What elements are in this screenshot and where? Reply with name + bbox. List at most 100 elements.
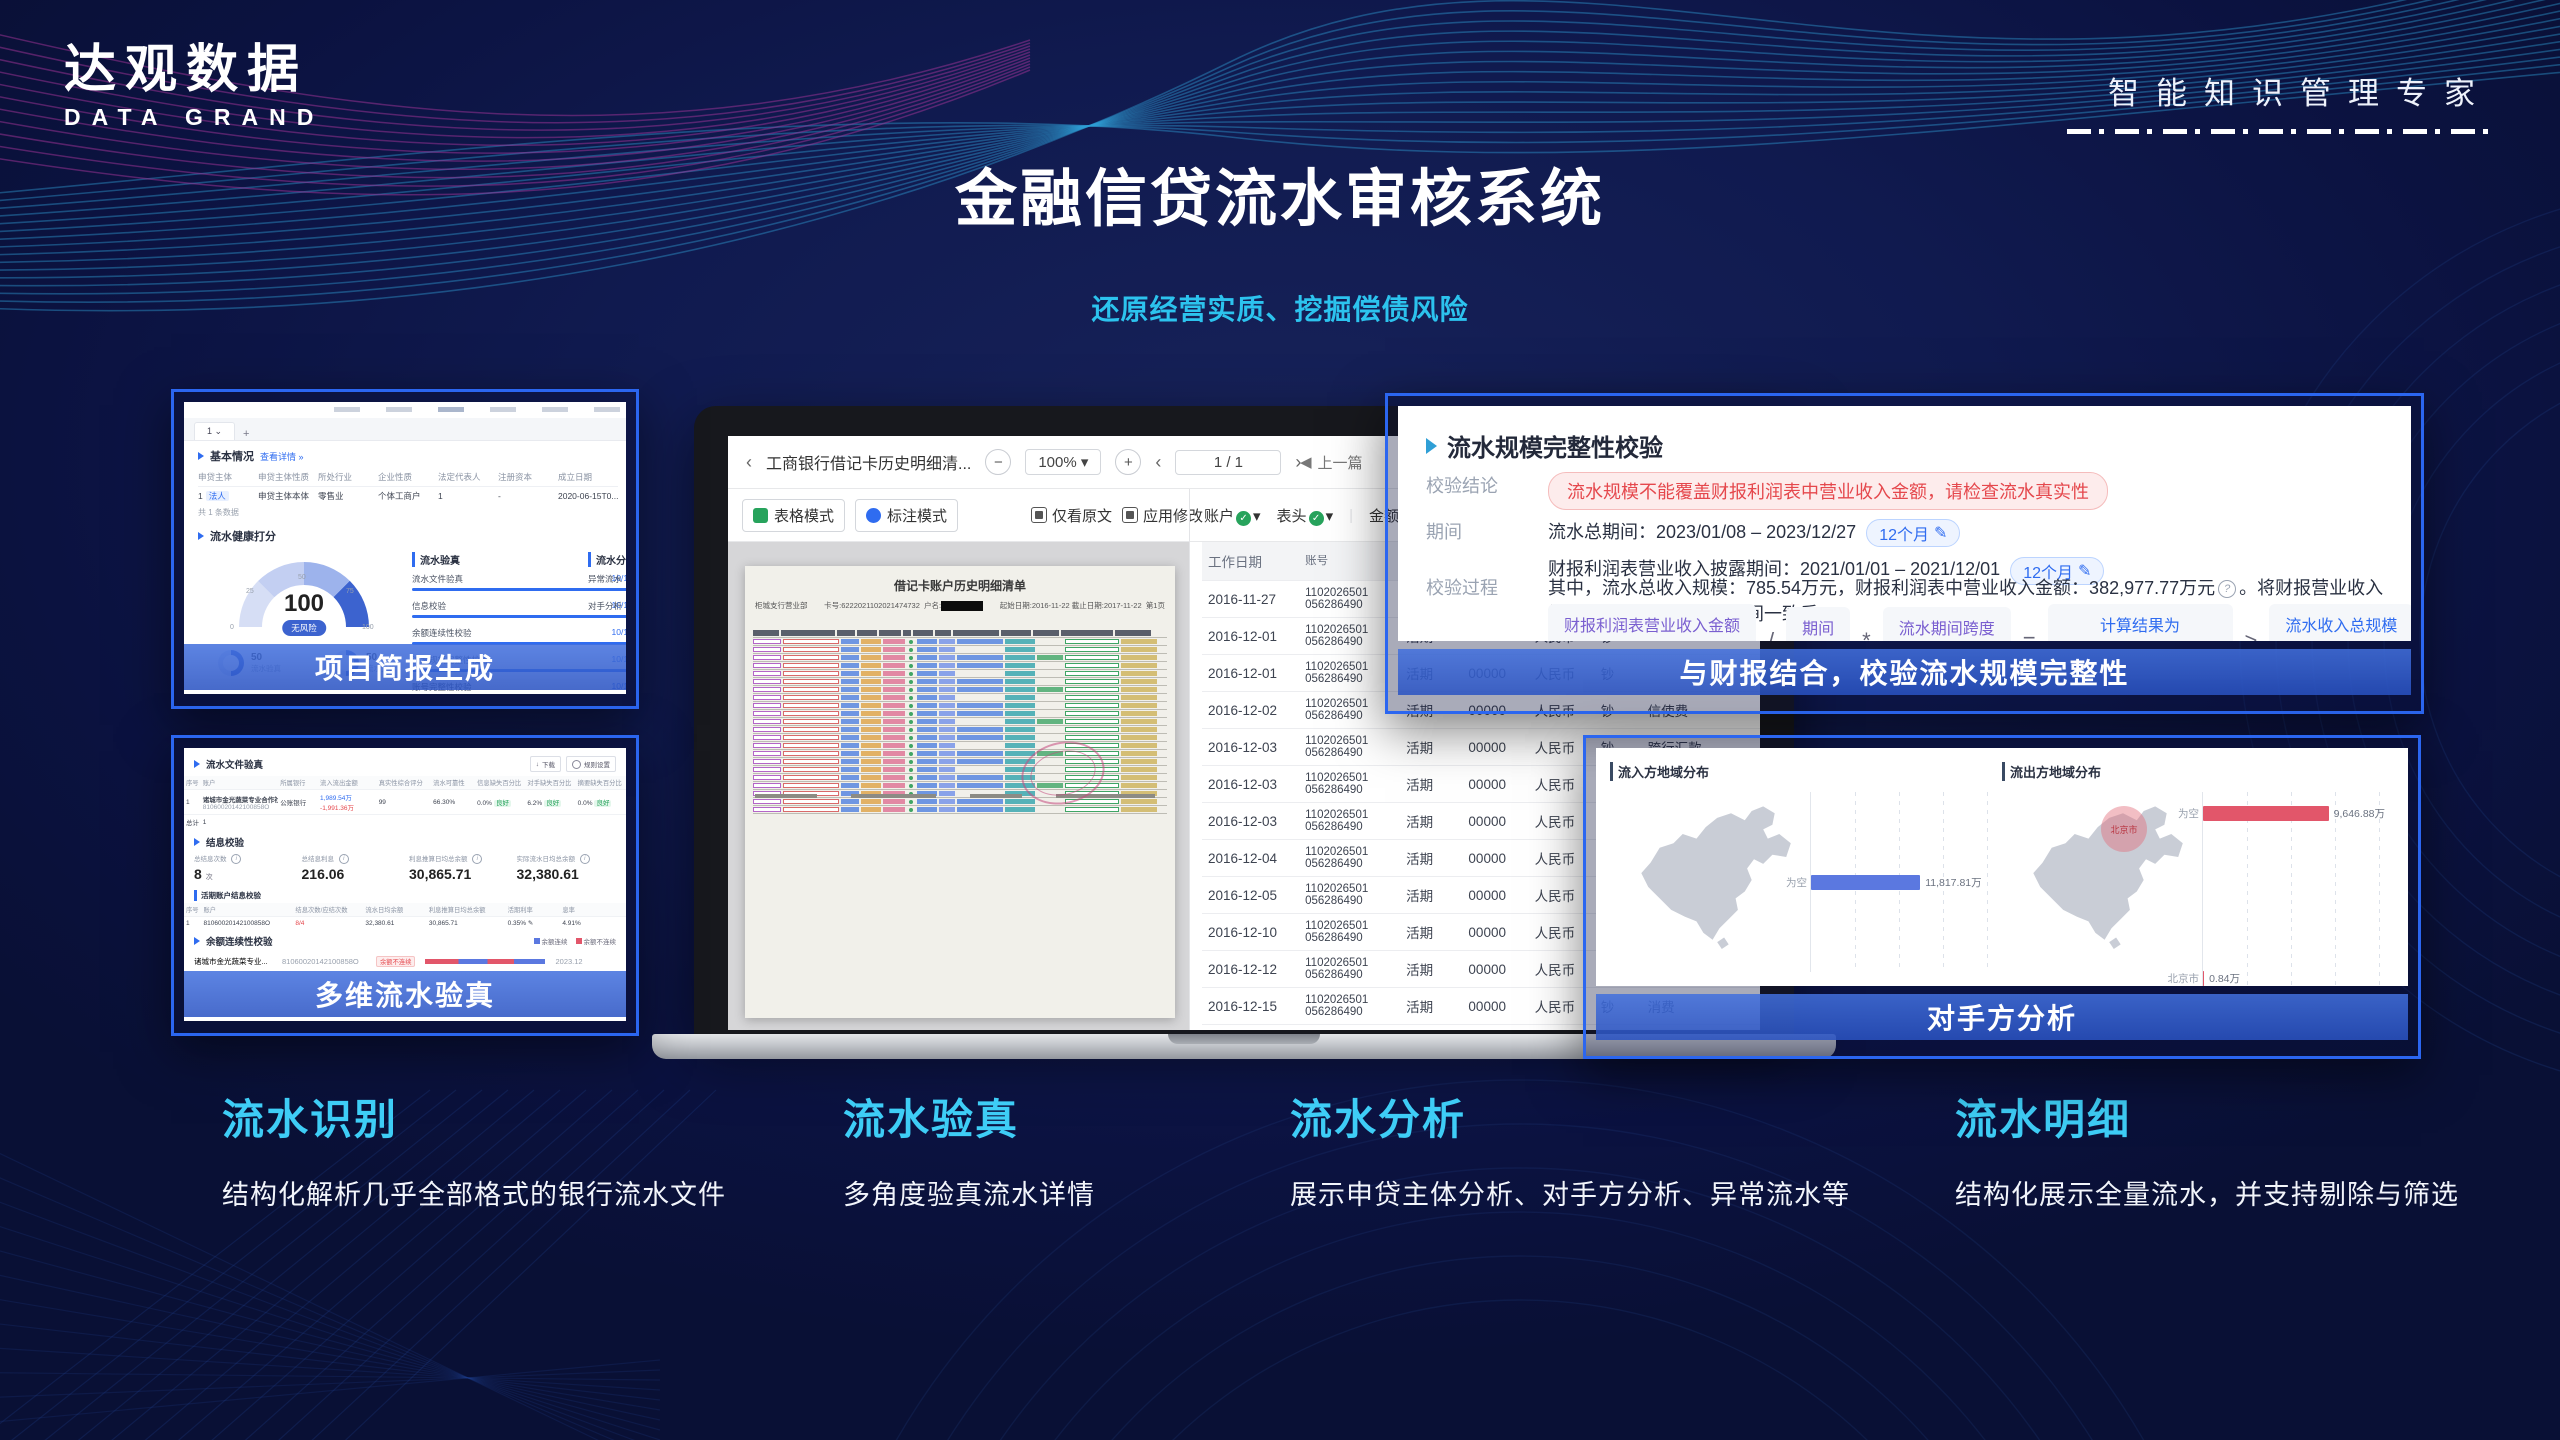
annotate-mode-button[interactable]: 标注模式 xyxy=(855,499,958,532)
zoom-out-icon[interactable]: − xyxy=(985,449,1011,475)
file-check-table: 序号账户 所属银行流入流出金额 真实性综合评分流水可靠性 信息缺失百分比对手缺失… xyxy=(184,776,626,829)
page-indicator[interactable]: 1 / 1 xyxy=(1175,450,1281,475)
panel-scale-check: 流水规模完整性校验 校验结论 流水规模不能覆盖财报利润表中营业收入金额，请检查流… xyxy=(1385,393,2424,714)
interest-header-row: 序号账户 结息次数/应结次数流水日均余额 利息推算日均总余额活期利率 息率 xyxy=(184,903,626,917)
cell-date: 2016-12-15 xyxy=(1202,999,1299,1014)
tab-1[interactable]: 1 ⌄ xyxy=(194,422,235,440)
counterparty-card: 流入方地域分布 为空 11,817.81万 流出方地域 xyxy=(1596,748,2408,986)
document-title: 工商银行借记卡历史明细清... xyxy=(766,450,971,474)
cell-seq: 00000 xyxy=(1462,962,1528,977)
scan-annotated-table xyxy=(753,628,1167,814)
basic-table-row[interactable]: 1法人 申贷主体本体零售业 个体工商户1 -2020-06-15T0... xyxy=(198,487,618,505)
status-badge: 良好 xyxy=(494,800,511,807)
file-check-row[interactable]: 1 诸城市金光蔬菜专业合作社81060020142100858O 公账银行 1,… xyxy=(184,790,626,815)
balance-check-header: 余额连续性校验 余额连续 余额不连续 xyxy=(184,929,626,952)
formula-row: 财报利润表营业收入金额 382,977.77万 元 / 期间 12 * 流水期间… xyxy=(1548,604,2411,641)
interest-stats: 总结息次数 i 8 次 总结息利息 i 216.06 利息推算日均总余额 i 3… xyxy=(184,849,626,886)
filter-account[interactable]: 账户✓▾ xyxy=(1204,505,1261,526)
stat-card: 实际流水日均总余额 i 32,380.61 xyxy=(517,853,617,882)
info-icon[interactable]: ? xyxy=(2218,580,2236,598)
interest-row[interactable]: 181060020142100858O 8/432,380.61 30,865.… xyxy=(184,917,626,930)
file-check-total-row: 总计1 xyxy=(184,815,626,830)
cell-date: 2016-12-01 xyxy=(1202,666,1299,681)
cell-seq: 00000 xyxy=(1462,925,1528,940)
filter-header[interactable]: 表头✓▾ xyxy=(1277,505,1334,526)
cell-type: 活期 xyxy=(1400,737,1462,757)
scan-branch: 柜城支行营业部 xyxy=(755,600,808,611)
edit-icon[interactable]: ✎ xyxy=(528,920,533,927)
feature-title: 流水识别 xyxy=(222,1086,726,1147)
bar xyxy=(2203,806,2329,821)
health-score-gauge: 100 无风险 0 25 50 75 100 xyxy=(224,562,384,627)
cell-seq: 00000 xyxy=(1462,851,1528,866)
score-item[interactable]: 余额连续性校验10/10 › xyxy=(412,627,626,645)
scale-check-card: 流水规模完整性校验 校验结论 流水规模不能覆盖财报利润表中营业收入金额，请检查流… xyxy=(1398,406,2411,641)
settings-button[interactable]: 规则设置 xyxy=(566,756,616,772)
stat-card: 总结息次数 i 8 次 xyxy=(194,853,294,882)
info-icon: i xyxy=(339,854,349,864)
feature-title: 流水验真 xyxy=(843,1086,1095,1147)
cell-date: 2016-12-12 xyxy=(1202,962,1299,977)
zoom-in-icon[interactable]: + xyxy=(1115,449,1141,475)
chevron-right-icon xyxy=(198,532,204,540)
score-item[interactable]: 对手分析 xyxy=(588,600,626,618)
period-edit-pill[interactable]: 12个月✎ xyxy=(1866,519,1960,547)
skip-prev-icon: ◀ xyxy=(1300,453,1312,471)
feature-column: 流水明细 结构化展示全量流水，并支持剔除与筛选 xyxy=(1955,1086,2459,1212)
brand-tagline: 智能知识管理专家 xyxy=(2067,68,2492,134)
cell-date: 2016-12-03 xyxy=(1202,740,1299,755)
balance-row[interactable]: 诸城市金光蔬菜专业... 81060020142100858O 余额不连续 20… xyxy=(184,952,626,971)
cell-seq: 00000 xyxy=(1462,888,1528,903)
formula-box: 期间 12 xyxy=(1786,607,1850,641)
info-icon: i xyxy=(231,854,241,864)
apply-changes-icon xyxy=(1122,507,1138,523)
cell-seq: 00000 xyxy=(1462,814,1528,829)
chevron-down-icon: ▾ xyxy=(1253,508,1261,525)
health-section-title: 流水健康打分 xyxy=(210,528,276,544)
cell-date: 2016-12-03 xyxy=(1202,814,1299,829)
outflow-geo-block: 流出方地域分布 北京市 为空 9,646.88万 北京市 xyxy=(2002,762,2392,978)
back-icon[interactable]: ‹ xyxy=(746,452,752,473)
info-icon: i xyxy=(472,854,482,864)
inflow-geo-block: 流入方地域分布 为空 11,817.81万 xyxy=(1610,762,2000,978)
cell-seq: 00000 xyxy=(1462,777,1528,792)
feature-description: 展示申贷主体分析、对手方分析、异常流水等 xyxy=(1290,1173,1850,1212)
view-details-link[interactable]: 查看详情 » xyxy=(260,450,304,463)
cell-date: 2016-12-03 xyxy=(1202,777,1299,792)
gear-icon xyxy=(572,760,581,769)
zoom-level-select[interactable]: 100% ▾ xyxy=(1025,449,1101,475)
chevron-down-icon: ▾ xyxy=(1081,454,1089,471)
cell-account: 1102026501056286490 xyxy=(1299,809,1400,833)
view-original-button[interactable]: 仅看原文 xyxy=(1031,505,1112,526)
chevron-right-icon xyxy=(194,760,200,768)
score-item[interactable]: 异常流水 xyxy=(588,573,626,591)
feature-description: 结构化展示全量流水，并支持剔除与筛选 xyxy=(1955,1173,2459,1212)
download-button[interactable]: ↓下载 xyxy=(530,756,561,772)
feature-title: 流水分析 xyxy=(1290,1086,1850,1147)
cell-date: 2016-12-04 xyxy=(1202,851,1299,866)
feature-column: 流水分析 展示申贷主体分析、对手方分析、异常流水等 xyxy=(1290,1086,1850,1212)
check-icon: ✓ xyxy=(1309,511,1324,526)
prev-page-icon[interactable]: ‹ xyxy=(1155,452,1161,473)
panel-caption: 项目简报生成 xyxy=(184,644,626,690)
info-icon: i xyxy=(580,854,590,864)
add-tab-button[interactable]: + xyxy=(243,428,249,440)
panel-briefing: 1 ⌄ + 基本情况 查看详情 » 申贷主体申贷主体性质 所处行业企业性质 法定… xyxy=(171,389,639,709)
table-mode-button[interactable]: 表格模式 xyxy=(742,499,845,532)
legend-swatch-blue xyxy=(534,938,540,944)
cell-seq: 00000 xyxy=(1462,999,1528,1014)
scale-check-title: 流水规模完整性校验 xyxy=(1398,406,2411,463)
conclusion-row: 校验结论 流水规模不能覆盖财报利润表中营业收入金额，请检查流水真实性 xyxy=(1426,472,2391,510)
balance-legend: 余额连续 余额不连续 xyxy=(534,936,617,946)
formula-box: 流水期间跨度 12 xyxy=(1883,607,2011,641)
formula-box: 财报利润表营业收入金额 382,977.77万 元 xyxy=(1548,604,1756,641)
feature-description: 多角度验真流水详情 xyxy=(843,1173,1095,1212)
scan-title: 借记卡账户历史明细清单 xyxy=(745,566,1175,594)
check-icon: ✓ xyxy=(1236,511,1251,526)
cell-account: 1102026501056286490 xyxy=(1299,994,1400,1018)
table-footer: 共 1 条数据 xyxy=(198,507,618,518)
prev-doc-button[interactable]: ◀ 上一篇 xyxy=(1300,436,1363,488)
chevron-down-icon: ▾ xyxy=(1326,508,1334,525)
chevron-right-icon xyxy=(1426,438,1437,454)
formula-box: 流水收入总规模 785.54 万元 xyxy=(2269,604,2411,641)
